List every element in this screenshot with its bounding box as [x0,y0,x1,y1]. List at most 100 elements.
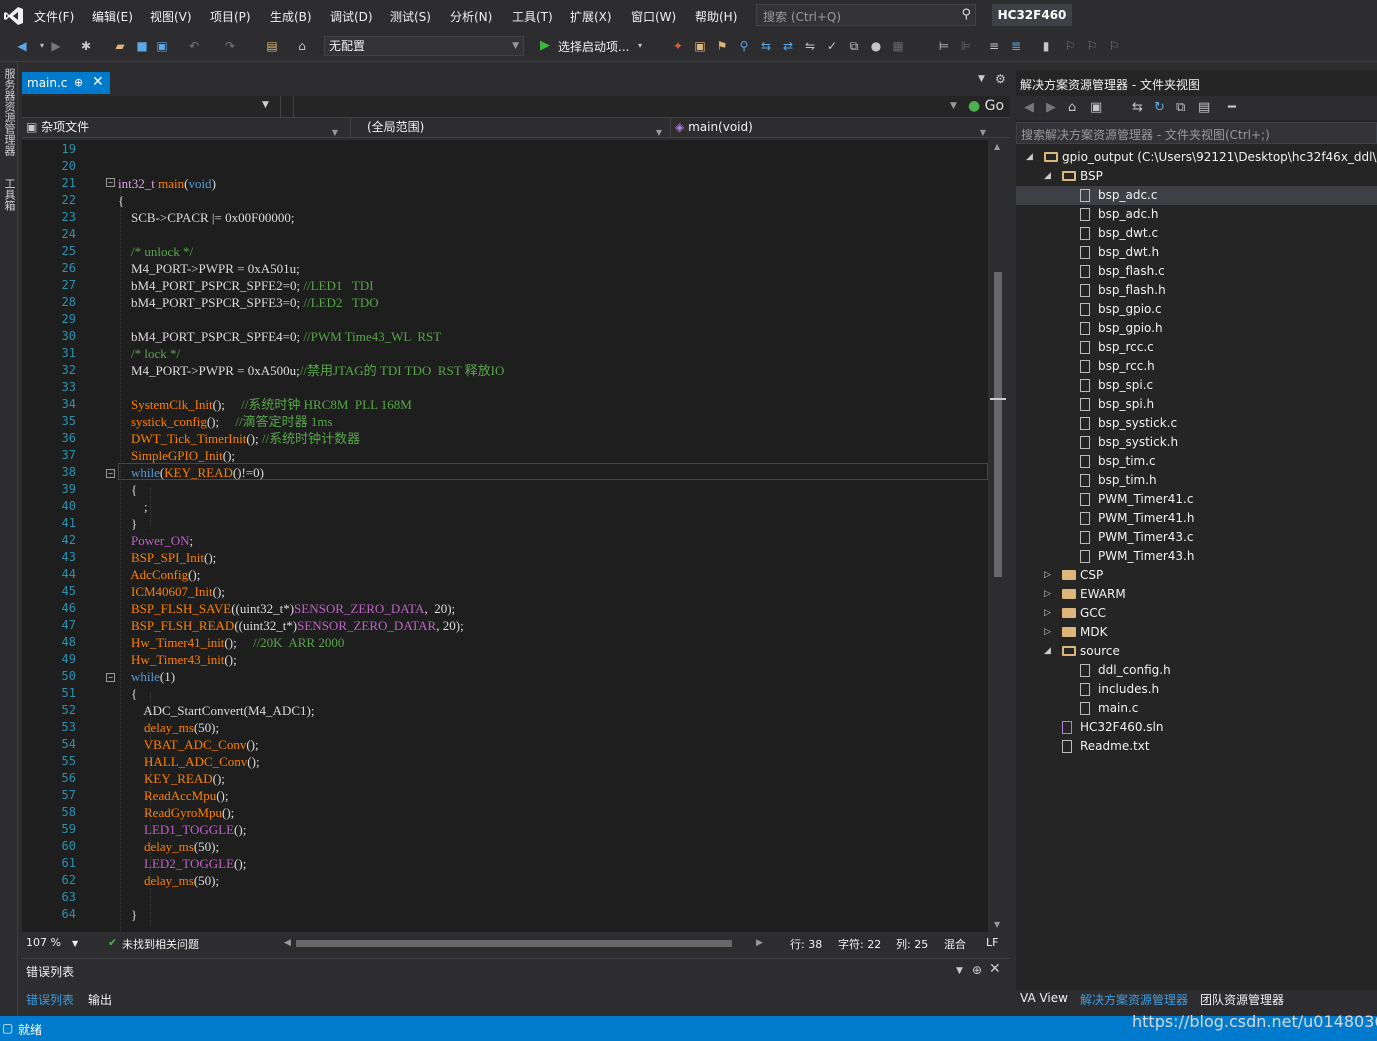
toolbar-tool-icon[interactable]: ▣ [692,38,708,54]
tree-item[interactable]: bsp_dwt.h [1016,243,1377,262]
menu-item[interactable]: 文件(F) [34,8,74,25]
tree-item[interactable]: ▷ MDK [1016,623,1377,642]
properties-icon[interactable]: ━ [1228,100,1236,115]
tree-item[interactable]: ◢ gpio_output (C:\Users\92121\Desktop\hc3… [1016,148,1377,167]
tree-item[interactable]: bsp_systick.h [1016,433,1377,452]
tree-item[interactable]: PWM_Timer41.h [1016,509,1377,528]
tree-item[interactable]: bsp_rcc.c [1016,338,1377,357]
home-icon[interactable]: ⌂ [1068,100,1076,115]
menu-item[interactable]: 工具(T) [512,8,553,25]
uncomment-icon[interactable]: ≣ [1008,38,1024,54]
search-box[interactable]: 搜索 (Ctrl+Q) ⚲ [756,4,976,26]
nav-file-select[interactable]: ▣ 杂项文件 ▼ [26,118,342,138]
start-item-button[interactable]: 选择启动项... [558,38,629,55]
tree-item[interactable]: bsp_gpio.c [1016,300,1377,319]
forward-icon[interactable]: ▶ [48,38,64,54]
tree-item[interactable]: bsp_adc.c [1016,186,1377,205]
comment-icon[interactable]: ≡ [986,38,1002,54]
start-dropdown-icon[interactable]: ▾ [632,38,648,54]
undo-icon[interactable]: ↶ [186,38,202,54]
tab-error-list[interactable]: 错误列表 [26,991,74,1008]
scroll-right-icon[interactable]: ▶ [756,938,763,948]
home-icon[interactable]: ⌂ [294,38,310,54]
switch-view-icon[interactable]: ▣ [1090,100,1102,115]
tree-item[interactable]: bsp_spi.c [1016,376,1377,395]
tree-item[interactable]: ▷ GCC [1016,604,1377,623]
menu-item[interactable]: 编辑(E) [92,8,133,25]
tab-solution-explorer[interactable]: 解决方案资源管理器 [1080,991,1188,1008]
collapsed-arrow-icon[interactable]: ▷ [1044,604,1051,623]
bookmark-icon[interactable]: ▮ [1038,38,1054,54]
expanded-arrow-icon[interactable]: ◢ [1044,642,1051,661]
zoom-level[interactable]: 107 % [26,936,61,949]
tree-item[interactable]: ▷ EWARM [1016,585,1377,604]
tree-item[interactable]: bsp_adc.h [1016,205,1377,224]
server-explorer-tab[interactable]: 服务器资源管理器 [1,68,17,156]
tree-item[interactable]: ddl_config.h [1016,661,1377,680]
nav-scope-select[interactable]: (全局范围) ▼ [350,118,666,138]
tree-item[interactable]: PWM_Timer43.h [1016,547,1377,566]
issues-status[interactable]: 未找到相关问题 [122,936,199,952]
tree-item[interactable]: bsp_gpio.h [1016,319,1377,338]
bookmark-prev-icon[interactable]: ⚐ [1062,38,1078,54]
toolbar-tool-icon[interactable]: ⚑ [714,38,730,54]
fold-collapse-icon[interactable]: − [106,469,115,478]
back-icon[interactable]: ◀ [14,38,30,54]
collapsed-arrow-icon[interactable]: ▷ [1044,566,1051,585]
go-bar-spinner[interactable] [280,96,294,118]
forward-icon[interactable]: ▶ [1046,100,1056,115]
tree-item[interactable]: bsp_systick.c [1016,414,1377,433]
pin-icon[interactable]: ⊕ [74,76,83,89]
menu-item[interactable]: 项目(P) [210,8,251,25]
find-in-files-icon[interactable]: ▤ [264,38,280,54]
code-editor[interactable]: 19 20 21 22 23 24 25 26 27 28 29 30 31 32 33 34 35 36 37 38… [22,140,988,932]
toolbar-tool-icon[interactable]: ▦ [890,38,906,54]
new-project-icon[interactable]: ✱ [78,38,94,54]
bookmark-next-icon[interactable]: ⚐ [1084,38,1100,54]
tree-item[interactable]: HC32F460.sln [1016,718,1377,737]
bookmark-clear-icon[interactable]: ⚐ [1106,38,1122,54]
tree-item[interactable]: main.c [1016,699,1377,718]
save-icon[interactable]: ■ [134,38,150,54]
tree-item[interactable]: bsp_spi.h [1016,395,1377,414]
toolbar-tool-icon[interactable]: ⊨ [936,38,952,54]
tree-item[interactable]: bsp_rcc.h [1016,357,1377,376]
nav-member-select[interactable]: ◈ main(void) ▼ [670,118,990,138]
menu-item[interactable]: 扩展(X) [570,8,612,25]
eol-indicator[interactable]: LF [986,936,998,949]
show-all-files-icon[interactable]: ▤ [1198,100,1210,115]
open-folder-icon[interactable]: ▰ [112,38,128,54]
toolbox-tab[interactable]: 工具箱 [1,178,17,211]
back-icon[interactable]: ◀ [1024,100,1034,115]
toolbar-tool-icon[interactable]: ⚲ [736,38,752,54]
close-icon[interactable]: ✕ [92,74,104,90]
pin-icon[interactable]: ⊕ [972,963,982,977]
chevron-down-icon[interactable]: ▼ [950,101,957,111]
toolbar-tool-icon[interactable]: ● [868,38,884,54]
scroll-left-icon[interactable]: ◀ [284,938,291,948]
toolbar-tool-icon[interactable]: ⇋ [802,38,818,54]
menu-item[interactable]: 调试(D) [330,8,373,25]
tree-item[interactable]: ◢ BSP [1016,167,1377,186]
tree-item[interactable]: ▷ CSP [1016,566,1377,585]
menu-item[interactable]: 测试(S) [390,8,431,25]
toolbar-tool-icon[interactable]: ⇆ [758,38,774,54]
menu-item[interactable]: 生成(B) [270,8,312,25]
toolbar-tool-icon[interactable]: ⊫ [958,38,974,54]
tree-item[interactable]: PWM_Timer43.c [1016,528,1377,547]
tree-item[interactable]: includes.h [1016,680,1377,699]
collapse-all-icon[interactable]: ⧉ [1176,100,1185,115]
search-icon[interactable]: ⚲ [961,7,971,22]
menu-item[interactable]: 分析(N) [450,8,492,25]
fold-collapse-icon[interactable]: − [106,673,115,682]
collapsed-arrow-icon[interactable]: ▷ [1044,623,1051,642]
redo-icon[interactable]: ↷ [222,38,238,54]
build-icon[interactable]: ✦ [670,38,686,54]
chevron-down-icon[interactable]: ▼ [262,100,269,110]
solution-explorer-search[interactable]: 搜索解决方案资源管理器 - 文件夹视图(Ctrl+;) [1016,122,1377,144]
tab-va-view[interactable]: VA View [1020,991,1068,1005]
tree-item[interactable]: bsp_dwt.c [1016,224,1377,243]
menu-item[interactable]: 帮助(H) [695,8,737,25]
chevron-down-icon[interactable]: ▼ [72,939,78,948]
tab-mode-indicator[interactable]: 混合 [944,936,966,952]
